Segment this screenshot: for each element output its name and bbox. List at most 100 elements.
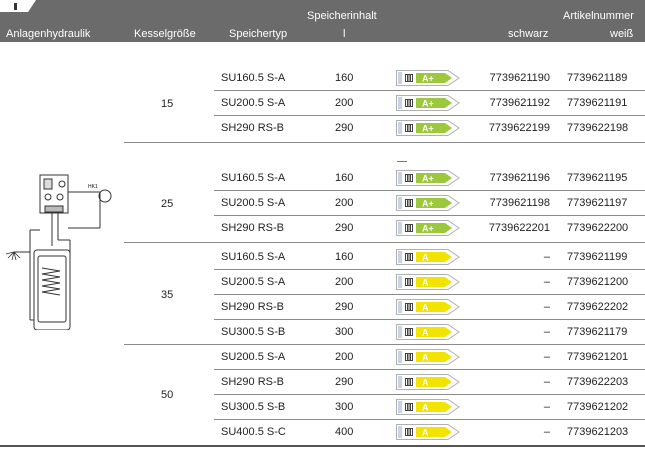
row-divider <box>214 369 645 370</box>
row-divider <box>214 115 645 116</box>
shower-icon <box>5 251 21 261</box>
speicherinhalt-cell: 200 <box>335 197 354 209</box>
artikel-schwarz-cell: 7739622201 <box>488 222 550 234</box>
artikel-schwarz-cell: – <box>543 276 550 288</box>
artikel-schwarz-cell: – <box>543 351 550 363</box>
energy-class-text: A <box>422 303 429 313</box>
energy-class-text: A+ <box>422 74 434 84</box>
kesselgroesse-value: 25 <box>161 198 174 210</box>
speichertyp-cell: SU160.5 S-A <box>221 251 286 263</box>
group-divider <box>124 242 645 243</box>
artikel-weiss-cell: 7739622203 <box>567 376 629 388</box>
speicherinhalt-cell: 300 <box>335 401 354 413</box>
energy-label-a: A <box>396 399 460 415</box>
energy-label-a: A <box>396 274 460 290</box>
energy-label-a: A <box>396 299 460 315</box>
speichertyp-cell: SU200.5 S-A <box>221 276 286 288</box>
energy-label-a-plus: A+ <box>396 120 460 136</box>
header-weiss: weiß <box>610 28 634 40</box>
energy-label-a-plus: A+ <box>396 70 460 86</box>
table-header: Anlagenhydraulik Kesselgröße Speichertyp… <box>0 0 645 42</box>
speicherinhalt-cell: 160 <box>335 72 354 84</box>
artikel-schwarz-cell: – <box>543 251 550 263</box>
energy-label-a-plus: A+ <box>396 170 460 186</box>
artikel-schwarz-cell: – <box>543 401 550 413</box>
speicherinhalt-cell: 160 <box>335 251 354 263</box>
header-schwarz: schwarz <box>508 28 549 40</box>
diagram-label-hk1: HK1 <box>88 184 98 190</box>
energy-class-text: A <box>422 403 429 413</box>
speicherinhalt-cell: 290 <box>335 222 354 234</box>
row-divider <box>214 419 645 420</box>
speichertyp-cell: SU200.5 S-A <box>221 197 286 209</box>
energy-class-text: A <box>422 278 429 288</box>
group-divider-mark <box>397 161 407 162</box>
header-kesselgroesse: Kesselgröße <box>134 28 196 40</box>
kesselgroesse-value: 15 <box>161 98 174 110</box>
energy-class-text: A <box>422 378 429 388</box>
energy-class-text: A+ <box>422 224 434 234</box>
energy-label-a: A <box>396 374 460 390</box>
speicherinhalt-cell: 160 <box>335 172 354 184</box>
energy-label-a: A <box>396 424 460 440</box>
corner-tab <box>0 0 36 12</box>
artikel-weiss-cell: 7739621202 <box>567 401 629 413</box>
energy-label-a-plus: A+ <box>396 220 460 236</box>
energy-class-text: A <box>422 253 429 263</box>
radiator-circle <box>98 189 112 203</box>
energy-class-text: A+ <box>422 124 434 134</box>
header-speicherinhalt: Speicherinhalt <box>307 10 377 22</box>
boiler-display <box>43 178 53 190</box>
speicherinhalt-cell: 200 <box>335 351 354 363</box>
speicherinhalt-cell: 300 <box>335 326 354 338</box>
row-divider <box>214 190 645 191</box>
artikel-schwarz-cell: – <box>543 426 550 438</box>
artikel-weiss-cell: 7739622198 <box>567 122 629 134</box>
artikel-schwarz-cell: 7739621198 <box>489 197 550 209</box>
speichertyp-cell: SH290 RS-B <box>221 222 284 234</box>
artikel-weiss-cell: 7739622202 <box>567 301 629 313</box>
table-bottom-border <box>0 445 645 447</box>
hydraulic-diagram: HK1 <box>5 174 112 330</box>
header-artikelnummer: Artikelnummer <box>563 10 634 22</box>
artikel-schwarz-cell: – <box>543 301 550 313</box>
energy-label-a: A <box>396 324 460 340</box>
energy-label-a-plus: A+ <box>396 95 460 111</box>
speichertyp-cell: SU300.5 S-B <box>221 401 286 413</box>
energy-class-text: A+ <box>422 174 434 184</box>
speichertyp-cell: SH290 RS-B <box>221 122 284 134</box>
header-speicherinhalt-unit: l <box>343 28 346 40</box>
speicherinhalt-cell: 400 <box>335 426 354 438</box>
row-divider <box>214 319 645 320</box>
energy-class-text: A <box>422 328 429 338</box>
energy-class-text: A+ <box>422 199 434 209</box>
energy-label-a: A <box>396 249 460 265</box>
speichertyp-cell: SU200.5 S-A <box>221 351 286 363</box>
artikel-weiss-cell: 7739621200 <box>567 276 629 288</box>
artikel-weiss-cell: 7739621179 <box>567 326 628 338</box>
row-divider <box>214 294 645 295</box>
artikel-schwarz-cell: – <box>543 376 550 388</box>
kesselgroesse-value: 50 <box>161 389 174 401</box>
speicherinhalt-cell: 290 <box>335 301 354 313</box>
row-divider <box>214 269 645 270</box>
header-anlagenhydraulik: Anlagenhydraulik <box>6 28 91 40</box>
header-speichertyp: Speichertyp <box>229 28 288 40</box>
row-divider <box>214 394 645 395</box>
group-divider <box>124 344 645 345</box>
artikel-schwarz-cell: 7739621190 <box>489 72 550 84</box>
boiler-knob <box>58 180 66 188</box>
energy-class-text: A <box>422 428 429 438</box>
speichertyp-cell: SU300.5 S-B <box>221 326 286 338</box>
artikel-schwarz-cell: 7739621192 <box>489 97 550 109</box>
energy-label-a: A <box>396 349 460 365</box>
artikel-weiss-cell: 7739621195 <box>567 172 628 184</box>
artikel-weiss-cell: 7739621203 <box>567 426 629 438</box>
artikel-schwarz-cell: 7739621196 <box>489 172 550 184</box>
energy-label-a-plus: A+ <box>396 195 460 211</box>
row-divider <box>214 90 645 91</box>
speichertyp-cell: SH290 RS-B <box>221 301 284 313</box>
speichertyp-cell: SU160.5 S-A <box>221 72 286 84</box>
row-divider <box>214 215 645 216</box>
artikel-weiss-cell: 7739621189 <box>567 72 628 84</box>
